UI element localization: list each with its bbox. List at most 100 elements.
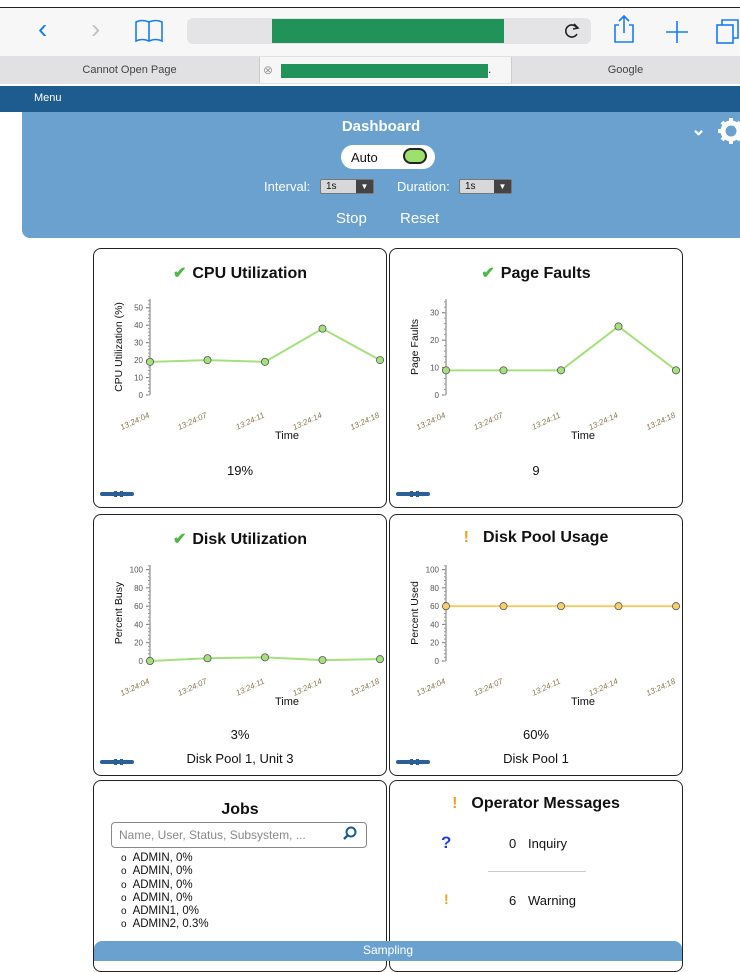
jobs-list: ADMIN, 0% ADMIN, 0% ADMIN, 0% ADMIN, 0% … [121,852,209,932]
redacted-tab-title [281,64,488,78]
chevron-down-icon[interactable]: ⌄ [691,119,706,140]
job-item[interactable]: ADMIN, 0% [121,879,209,892]
disk-pool-usage-card: ! Disk Pool Usage 0 20 40 60 80 100 13:24:04 13:… [389,514,683,776]
x-axis-label: Time [571,430,595,442]
y-tick-label: 60 [430,602,439,611]
tab-cannot-open-page[interactable]: Cannot Open Page [0,56,259,84]
data-point[interactable] [614,322,623,331]
x-tick-label: 13:24:11 [234,411,265,432]
data-point[interactable] [375,356,384,365]
card-title: Page Faults [500,265,591,282]
cpu-utilization-card: ✔ CPU Utilization 0 10 20 30 40 50 13:24:04 13:2… [93,248,387,508]
x-tick-label: 13:24:18 [349,676,382,698]
y-tick-label: 50 [134,304,143,313]
y-axis-label: Page Faults [409,319,421,375]
job-item[interactable]: ADMIN, 0% [121,865,209,878]
data-point[interactable] [614,602,623,611]
disk-current-value: 3% [230,727,250,742]
interval-value: 1s [326,181,337,192]
y-tick-label: 40 [134,321,143,330]
gear-icon[interactable] [716,116,740,151]
divider [488,871,586,872]
data-point[interactable] [318,656,327,665]
x-tick-label: 13:24:14 [291,410,324,432]
connector-icon [396,491,430,497]
jobs-search-input[interactable]: Name, User, Status, Subsystem, ... [111,822,367,848]
y-tick-label: 60 [134,602,143,611]
y-tick-label: 20 [134,356,143,365]
y-tick-label: 30 [430,309,439,318]
x-tick-label: 13:24:14 [587,676,620,698]
x-tick-label: 13:24:04 [119,410,152,432]
exclamation-icon: ! [452,795,458,812]
tab-close-icon[interactable]: ⊗ [263,63,273,77]
reload-icon[interactable] [563,20,581,47]
job-item[interactable]: ADMIN, 0% [121,852,209,865]
card-title: Disk Pool Usage [482,529,609,546]
data-point[interactable] [203,356,212,365]
data-point[interactable] [671,602,680,611]
data-point[interactable] [442,366,451,375]
disk-pool-current-value: 60% [522,727,550,742]
card-title: Disk Utilization [192,531,308,548]
menu-button[interactable]: Menu [34,92,62,104]
new-tab-icon[interactable] [664,19,690,50]
disk-pool-usage-chart: 0 20 40 60 80 100 13:24:04 13:24:07 13:24:11 13:2… [409,565,680,708]
data-point[interactable] [442,602,451,611]
toggle-switch[interactable] [403,148,427,164]
data-point[interactable] [556,366,565,375]
tab-google[interactable]: Google [511,56,740,84]
data-point[interactable] [375,655,384,664]
page-title: Dashboard [341,118,421,135]
exclamation-icon: ! [463,529,469,546]
share-icon[interactable] [612,14,636,49]
y-tick-label: 100 [130,566,144,575]
data-point[interactable] [260,653,269,662]
job-item[interactable]: ADMIN2, 0.3% [121,918,209,931]
job-item[interactable]: ADMIN1, 0% [121,905,209,918]
data-point[interactable] [671,366,680,375]
data-point[interactable] [499,602,508,611]
series-line [149,327,381,363]
card-title: Operator Messages [471,795,620,812]
dropdown-arrow-icon: ▼ [494,180,511,193]
forward-icon[interactable]: › [91,14,100,44]
cpu-current-value: 19% [226,463,254,478]
tabs-icon[interactable] [714,16,740,53]
jobs-title: Jobs [221,801,259,818]
duration-select[interactable]: 1s ▼ [459,179,512,194]
bookmarks-icon[interactable] [134,18,164,49]
y-tick-label: 20 [134,639,143,648]
x-tick-label: 13:24:07 [176,676,209,698]
y-tick-label: 20 [430,336,439,345]
y-tick-label: 80 [430,584,439,593]
data-point[interactable] [318,324,327,333]
y-axis-label: CPU Utilization (%) [113,302,125,392]
interval-label: Interval: [264,179,311,194]
data-point[interactable] [146,657,155,666]
connector-icon [396,759,430,765]
disk-pool-label: Disk Pool 1 [503,751,569,766]
stop-button[interactable]: Stop [336,210,367,227]
page-faults-chart: 0 10 20 30 13:24:04 13:24:07 13:24:11 13:24:14 1… [409,299,680,442]
y-tick-label: 10 [134,374,143,383]
jobs-search-placeholder: Name, User, Status, Subsystem, ... [119,828,306,842]
data-point[interactable] [556,602,565,611]
back-icon[interactable]: ‹ [38,14,47,44]
x-axis-label: Time [571,696,595,708]
inquiry-label[interactable]: Inquiry [528,836,567,851]
y-tick-label: 0 [435,657,440,666]
x-tick-label: 13:24:18 [645,676,678,698]
search-icon[interactable] [342,826,358,847]
page-faults-current-value: 9 [532,463,540,478]
data-point[interactable] [203,654,212,663]
data-point[interactable] [146,357,155,366]
warning-label[interactable]: Warning [528,893,576,908]
reset-button[interactable]: Reset [400,210,439,227]
interval-select[interactable]: 1s ▼ [320,179,374,194]
y-tick-label: 40 [134,620,143,629]
job-item[interactable]: ADMIN, 0% [121,892,209,905]
data-point[interactable] [499,366,508,375]
data-point[interactable] [260,357,269,366]
auto-toggle-label: Auto [351,150,378,165]
